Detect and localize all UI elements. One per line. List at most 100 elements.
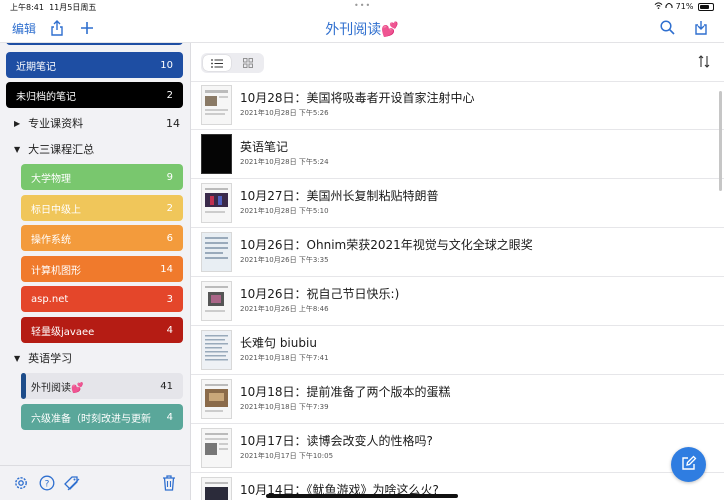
multitasking-dots[interactable]: ••• [354,1,371,10]
sidebar-item-unarchived-notes[interactable]: 未归档的笔记 2 [6,82,183,108]
note-date: 2021年10月26日 上午8:46 [240,305,329,313]
battery-percent: 71% [675,2,694,11]
sidebar-item-graphics[interactable]: 计算机图形 14 [21,256,183,282]
tag-edit-icon[interactable] [63,475,81,495]
sidebar-item-label: 操作系统 [31,234,71,246]
trash-icon[interactable] [162,475,176,495]
sidebar-item-count: 41 [160,380,173,392]
note-title: 10月27日：美国州长复制粘贴特朗普 [240,189,439,203]
note-thumbnail [201,330,232,370]
sidebar-item-japanese[interactable]: 标日中级上 2 [21,195,183,221]
battery-icon [698,2,714,11]
sidebar-item-partial[interactable] [6,43,183,45]
sidebar-item-label: 外刊阅读💕 [31,382,84,394]
sidebar-item-recent-notes[interactable]: 近期笔记 10 [6,52,183,78]
sidebar-item-label: 轻量级javaee [31,326,95,338]
disclosure-collapsed-icon[interactable]: ▶ [14,119,20,128]
sort-icon[interactable] [698,53,710,72]
note-title: 长难句 biubiu [240,336,317,350]
note-row[interactable]: 10月27日：美国州长复制粘贴特朗普 2021年10月28日 下午5:10 [191,178,724,228]
sidebar-item-count: 3 [166,293,173,305]
note-thumbnail [201,428,232,468]
sidebar-item-count: 2 [166,89,173,101]
sidebar: 近期笔记 10 未归档的笔记 2 ▶ 专业课资料 14 ▼ 大三课程汇总 大学物… [0,43,191,500]
sidebar-group-dasan[interactable]: ▼ 大三课程汇总 [14,139,180,159]
note-title: 10月26日：祝自己节日快乐:) [240,287,400,301]
download-icon[interactable] [692,18,710,36]
note-title: 10月28日：美国将吸毒者开设首家注射中心 [240,91,475,105]
note-row[interactable]: 英语笔记 2021年10月28日 下午5:24 [191,129,724,179]
sidebar-item-count: 9 [166,171,173,183]
sidebar-item-count: 2 [166,202,173,214]
sidebar-item-label: asp.net [31,293,69,305]
sidebar-item-waikan-selected[interactable]: 外刊阅读💕 41 [21,373,183,399]
sidebar-item-cet6[interactable]: 六级准备（时刻改进与更新 4 [21,404,183,430]
note-row[interactable]: 10月17日：读博会改变人的性格吗? 2021年10月17日 下午10:05 [191,423,724,473]
sidebar-item-physics[interactable]: 大学物理 9 [21,164,183,190]
settings-gear-icon[interactable] [13,475,29,495]
note-row[interactable]: 10月18日：提前准备了两个版本的蛋糕 2021年10月18日 下午7:39 [191,374,724,424]
sidebar-item-count: 4 [166,324,173,336]
navigation-bar: 编辑 外刊阅读💕 [0,14,724,43]
sidebar-group-zhuanye[interactable]: ▶ 专业课资料 14 [14,113,180,133]
note-date: 2021年10月18日 下午7:41 [240,354,329,362]
note-date: 2021年10月28日 下午5:10 [240,207,329,215]
scrollbar[interactable] [719,91,722,191]
home-indicator[interactable] [266,494,458,498]
note-date: 2021年10月28日 下午5:24 [240,158,329,166]
nav-right-controls [658,18,710,36]
sidebar-bottom-toolbar: ? [0,465,190,500]
note-thumbnail [201,134,232,174]
page-title: 外刊阅读💕 [325,22,399,38]
list-view-button[interactable] [203,55,231,71]
help-icon[interactable]: ? [39,475,55,495]
sidebar-item-label: 大学物理 [31,173,71,185]
note-thumbnail [201,281,232,321]
note-row[interactable]: 10月26日：祝自己节日快乐:) 2021年10月26日 上午8:46 [191,276,724,326]
sidebar-group-yingyu[interactable]: ▼ 英语学习 [14,348,180,368]
note-title: 10月17日：读博会改变人的性格吗? [240,434,433,448]
status-time-date: 上午8:41 11月5日周五 [10,3,97,12]
sidebar-item-label: 计算机图形 [31,265,81,277]
sidebar-group-label: 英语学习 [28,352,73,365]
note-date: 2021年10月18日 下午7:39 [240,403,329,411]
wifi-icon [654,2,666,11]
note-thumbnail [201,85,232,125]
sidebar-item-javaee[interactable]: 轻量级javaee 4 [21,317,183,343]
sidebar-item-count: 6 [166,232,173,244]
status-bar: 上午8:41 11月5日周五 ••• 71% [0,0,724,14]
new-note-button[interactable] [671,447,706,482]
disclosure-expanded-icon[interactable]: ▼ [14,354,20,363]
sidebar-group-label: 大三课程汇总 [28,143,95,156]
note-title: 10月18日：提前准备了两个版本的蛋糕 [240,385,451,399]
view-mode-toggle [201,53,264,73]
note-thumbnail [201,183,232,223]
note-thumbnail [201,379,232,419]
notes-list-pane: 10月28日：美国将吸毒者开设首家注射中心 2021年10月28日 下午5:26… [191,43,724,500]
sidebar-group-label: 专业课资料 [28,117,84,130]
headphones-icon [665,2,676,11]
grid-view-button[interactable] [234,55,262,71]
note-thumbnail [201,477,232,500]
sidebar-item-label: 未归档的笔记 [16,91,76,103]
note-row[interactable]: 10月28日：美国将吸毒者开设首家注射中心 2021年10月28日 下午5:26 [191,80,724,130]
sidebar-item-count: 10 [160,59,173,71]
disclosure-expanded-icon[interactable]: ▼ [14,145,20,154]
note-date: 2021年10月17日 下午10:05 [240,452,334,460]
note-date: 2021年10月26日 下午3:35 [240,256,329,264]
search-icon[interactable] [658,18,676,36]
selection-indicator [21,373,26,399]
note-thumbnail [201,232,232,272]
sidebar-item-count: 14 [160,263,173,275]
sidebar-item-label: 近期笔记 [16,61,56,73]
sidebar-item-aspnet[interactable]: asp.net 3 [21,286,183,312]
svg-text:?: ? [45,480,50,490]
sidebar-item-label: 标日中级上 [31,204,81,216]
sidebar-item-label: 六级准备（时刻改进与更新 [31,413,151,425]
note-date: 2021年10月28日 下午5:26 [240,109,329,117]
sidebar-group-count: 14 [166,116,180,130]
note-row[interactable]: 长难句 biubiu 2021年10月18日 下午7:41 [191,325,724,375]
note-row[interactable]: 10月26日：Ohnim荣获2021年视觉与文化全球之眼奖 2021年10月26… [191,227,724,277]
sidebar-item-os[interactable]: 操作系统 6 [21,225,183,251]
note-title: 英语笔记 [240,140,289,154]
